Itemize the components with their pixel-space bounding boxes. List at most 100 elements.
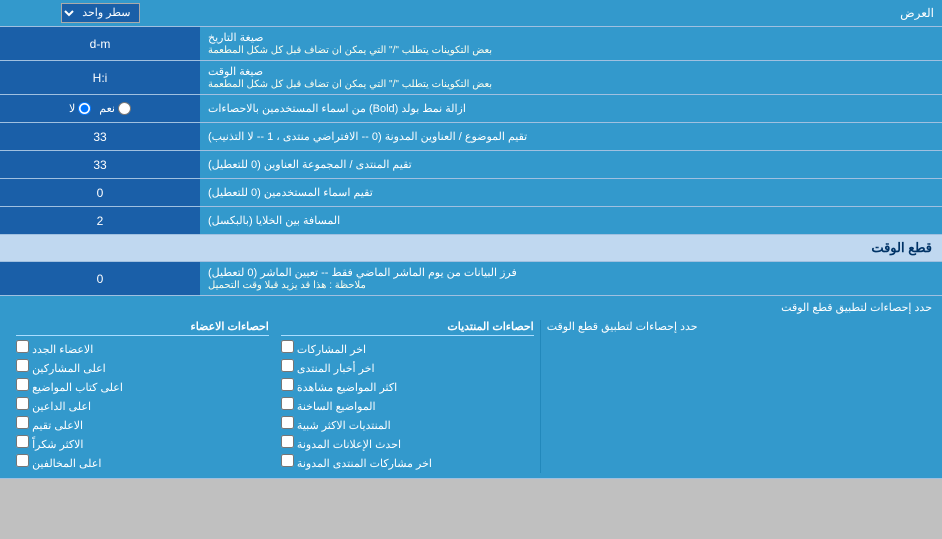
- date-format-input[interactable]: [6, 34, 194, 54]
- bold-remove-control: نعم لا: [0, 95, 200, 122]
- cells-gap-label: المسافة بين الخلايا (بالبكسل): [200, 207, 942, 234]
- bold-yes-radio[interactable]: [118, 102, 131, 115]
- stats-members-header: احصاءات الاعضاء: [16, 320, 269, 336]
- stats-members-label-4[interactable]: الاعلى تقيم: [16, 416, 83, 432]
- main-container: العرض سطر واحد صيغة التاريخ بعض التكوينا…: [0, 0, 942, 479]
- stats-posts-label-4[interactable]: المنتديات الاكثر شبية: [281, 416, 391, 432]
- cutoff-section-header: قطع الوقت: [0, 235, 942, 262]
- stats-posts-check-3[interactable]: [281, 397, 294, 410]
- stats-posts-check-6[interactable]: [281, 454, 294, 467]
- cutoff-input[interactable]: [6, 269, 194, 289]
- stats-members-check-5[interactable]: [16, 435, 29, 448]
- stats-posts-check-4[interactable]: [281, 416, 294, 429]
- stats-members-label-1[interactable]: اعلى المشاركين: [16, 359, 106, 375]
- stats-top-row: حدد إحصاءات لتطبيق قطع الوقت: [10, 301, 932, 314]
- stats-members-check-1[interactable]: [16, 359, 29, 372]
- stats-members-label-5[interactable]: الاكثر شكراً: [16, 435, 84, 451]
- forum-order-label: تقيم المنتدى / المجموعة العناوين (0 للتع…: [200, 151, 942, 178]
- forum-order-row: تقيم المنتدى / المجموعة العناوين (0 للتع…: [0, 151, 942, 179]
- bold-remove-label: ازالة نمط بولد (Bold) من اسماء المستخدمي…: [200, 95, 942, 122]
- bold-remove-row: ازالة نمط بولد (Bold) من اسماء المستخدمي…: [0, 95, 942, 123]
- cutoff-row: فرز البيانات من يوم الماشر الماضي فقط --…: [0, 262, 942, 296]
- stats-posts-label-6[interactable]: اخر مشاركات المنتدى المدونة: [281, 454, 432, 470]
- stats-posts-header: احصاءات المنتديات: [281, 320, 534, 336]
- stats-posts-label-2[interactable]: اكثر المواضيع مشاهدة: [281, 378, 397, 394]
- forum-order-input-area: [0, 151, 200, 178]
- stats-posts-label-3[interactable]: المواضيع الساخنة: [281, 397, 376, 413]
- stats-posts-check-2[interactable]: [281, 378, 294, 391]
- stats-members-check-3[interactable]: [16, 397, 29, 410]
- stats-members-label-0[interactable]: الاعضاء الجدد: [16, 340, 93, 356]
- stats-posts-item-4: المنتديات الاكثر شبية: [281, 416, 534, 432]
- stats-members-check-6[interactable]: [16, 454, 29, 467]
- time-format-input[interactable]: [6, 68, 194, 88]
- topics-order-input[interactable]: [6, 127, 194, 147]
- stats-members-check-2[interactable]: [16, 378, 29, 391]
- stats-posts-label-1[interactable]: اخر أخبار المنتدى: [281, 359, 375, 375]
- stats-posts-check-5[interactable]: [281, 435, 294, 448]
- display-row: العرض سطر واحد: [0, 0, 942, 27]
- cutoff-note: ملاحظة : هذا قد يزيد قبلا وقت التحميل: [208, 280, 366, 291]
- users-order-row: تقيم اسماء المستخدمين (0 للتعطيل): [0, 179, 942, 207]
- stats-members-label-3[interactable]: اعلى الداعين: [16, 397, 91, 413]
- bold-yes-text: نعم: [99, 102, 115, 115]
- forum-order-input[interactable]: [6, 155, 194, 175]
- topics-order-label: تقيم الموضوع / العناوين المدونة (0 -- ال…: [200, 123, 942, 150]
- bold-no-label[interactable]: لا: [69, 102, 91, 115]
- bold-yes-label[interactable]: نعم: [99, 102, 131, 115]
- stats-members-check-0[interactable]: [16, 340, 29, 353]
- cells-gap-row: المسافة بين الخلايا (بالبكسل): [0, 207, 942, 235]
- cutoff-main-label: فرز البيانات من يوم الماشر الماضي فقط --…: [208, 266, 517, 279]
- date-format-input-area: [0, 27, 200, 60]
- stats-members-item-5: الاكثر شكراً: [16, 435, 269, 451]
- date-format-label: صيغة التاريخ بعض التكوينات يتطلب "/" الت…: [200, 27, 942, 60]
- stats-members-col: احصاءات الاعضاء الاعضاء الجدد اعلى المشا…: [10, 320, 275, 473]
- stats-right-label: حدد إحصاءات لتطبيق قطع الوقت: [547, 320, 698, 333]
- stats-members-check-4[interactable]: [16, 416, 29, 429]
- topics-order-input-area: [0, 123, 200, 150]
- display-select[interactable]: سطر واحد: [61, 3, 140, 23]
- display-control: سطر واحد: [0, 0, 200, 26]
- stats-posts-item-1: اخر أخبار المنتدى: [281, 359, 534, 375]
- stats-members-item-1: اعلى المشاركين: [16, 359, 269, 375]
- stats-right-col: حدد إحصاءات لتطبيق قطع الوقت: [541, 320, 932, 473]
- stats-posts-item-3: المواضيع الساخنة: [281, 397, 534, 413]
- stats-members-item-6: اعلى المخالفين: [16, 454, 269, 470]
- cutoff-input-area: [0, 262, 200, 295]
- stats-members-label-6[interactable]: اعلى المخالفين: [16, 454, 101, 470]
- stats-posts-item-2: اكثر المواضيع مشاهدة: [281, 378, 534, 394]
- time-format-row: صيغة الوقت بعض التكوينات يتطلب "/" التي …: [0, 61, 942, 95]
- date-format-note: بعض التكوينات يتطلب "/" التي يمكن ان تضا…: [208, 45, 492, 56]
- date-format-row: صيغة التاريخ بعض التكوينات يتطلب "/" الت…: [0, 27, 942, 61]
- stats-posts-check-1[interactable]: [281, 359, 294, 372]
- cutoff-label: فرز البيانات من يوم الماشر الماضي فقط --…: [200, 262, 942, 295]
- stats-posts-label-5[interactable]: احدث الإعلانات المدونة: [281, 435, 401, 451]
- stats-posts-item-5: احدث الإعلانات المدونة: [281, 435, 534, 451]
- stats-members-label-2[interactable]: اعلى كتاب المواضيع: [16, 378, 123, 394]
- bold-no-radio[interactable]: [78, 102, 91, 115]
- stats-top-label: حدد إحصاءات لتطبيق قطع الوقت: [10, 301, 932, 314]
- display-label: العرض: [200, 3, 942, 23]
- stats-section: حدد إحصاءات لتطبيق قطع الوقت حدد إحصاءات…: [0, 296, 942, 479]
- date-format-main-label: صيغة التاريخ: [208, 31, 263, 44]
- topics-order-row: تقيم الموضوع / العناوين المدونة (0 -- ال…: [0, 123, 942, 151]
- bold-no-text: لا: [69, 102, 75, 115]
- stats-posts-col: احصاءات المنتديات اخر المشاركات اخر أخبا…: [275, 320, 541, 473]
- stats-members-item-4: الاعلى تقيم: [16, 416, 269, 432]
- stats-members-item-0: الاعضاء الجدد: [16, 340, 269, 356]
- stats-columns: حدد إحصاءات لتطبيق قطع الوقت احصاءات الم…: [10, 320, 932, 473]
- users-order-input[interactable]: [6, 183, 194, 203]
- stats-posts-item-0: اخر المشاركات: [281, 340, 534, 356]
- users-order-label: تقيم اسماء المستخدمين (0 للتعطيل): [200, 179, 942, 206]
- time-format-input-area: [0, 61, 200, 94]
- stats-posts-item-6: اخر مشاركات المنتدى المدونة: [281, 454, 534, 470]
- users-order-input-area: [0, 179, 200, 206]
- stats-posts-check-0[interactable]: [281, 340, 294, 353]
- cells-gap-input[interactable]: [6, 211, 194, 231]
- time-format-note: بعض التكوينات يتطلب "/" التي يمكن ان تضا…: [208, 79, 492, 90]
- cells-gap-input-area: [0, 207, 200, 234]
- stats-members-item-3: اعلى الداعين: [16, 397, 269, 413]
- time-format-label: صيغة الوقت بعض التكوينات يتطلب "/" التي …: [200, 61, 942, 94]
- stats-members-item-2: اعلى كتاب المواضيع: [16, 378, 269, 394]
- stats-posts-label-0[interactable]: اخر المشاركات: [281, 340, 366, 356]
